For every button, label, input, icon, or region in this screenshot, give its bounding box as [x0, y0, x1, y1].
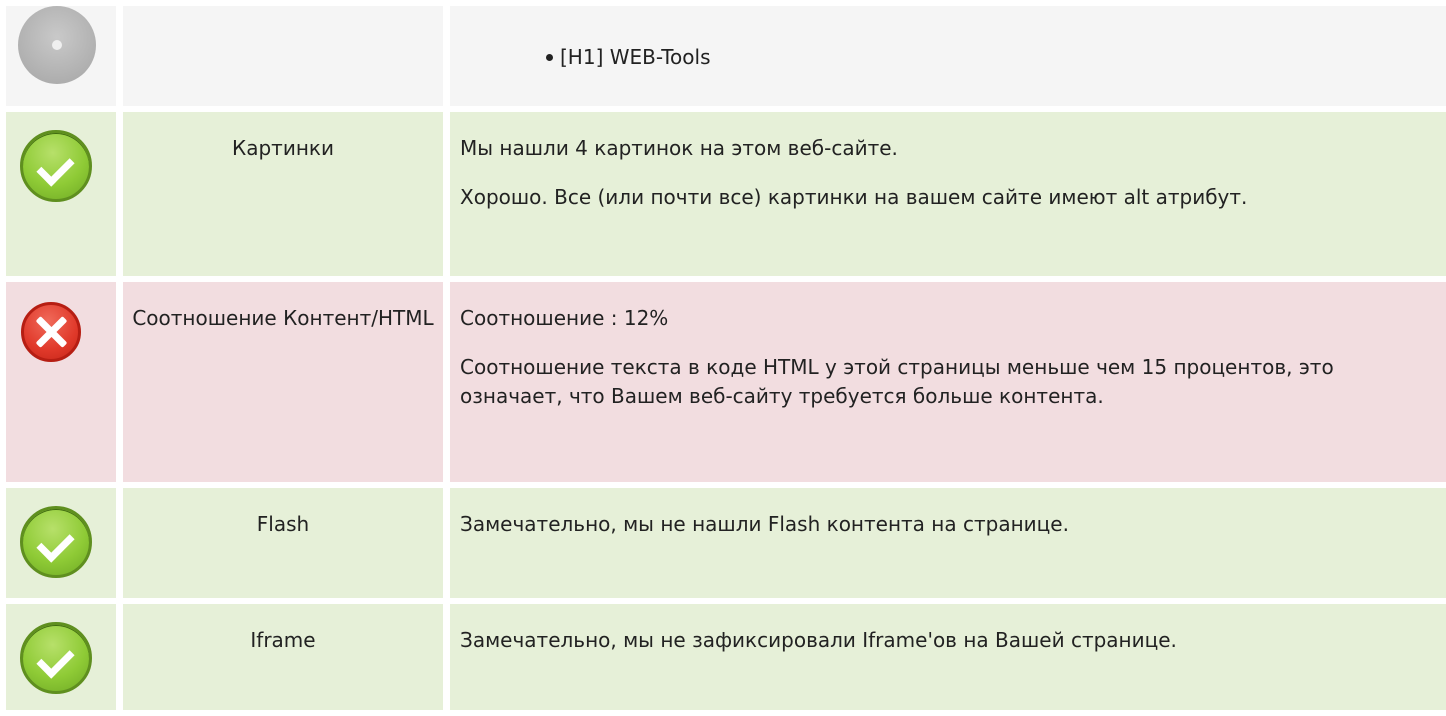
error-cross-icon	[21, 302, 81, 362]
status-cell	[6, 282, 116, 482]
result-label	[123, 6, 443, 106]
status-cell	[6, 6, 116, 106]
check-circle-icon	[20, 130, 92, 202]
result-description: Замечательно, мы не нашли Flash контента…	[450, 488, 1446, 598]
result-text: Хорошо. Все (или почти все) картинки на …	[460, 185, 1248, 209]
result-row-flash: Flash Замечательно, мы не нашли Flash ко…	[6, 488, 1446, 598]
result-row-images: Картинки Мы нашли 4 картинок на этом веб…	[6, 112, 1446, 276]
result-text: Мы нашли 4 картинок на этом веб-сайте.	[460, 136, 898, 160]
info-circle-icon	[18, 6, 96, 84]
result-description: Соотношение : 12% Соотношение текста в к…	[450, 282, 1446, 482]
result-text: Соотношение текста в коде HTML у этой ст…	[460, 355, 1334, 408]
status-cell	[6, 604, 116, 710]
result-label: Картинки	[123, 112, 443, 276]
check-circle-icon	[20, 506, 92, 578]
result-text: Замечательно, мы не зафиксировали Iframe…	[460, 628, 1177, 652]
result-label: Flash	[123, 488, 443, 598]
status-cell	[6, 112, 116, 276]
result-description: [H1] WEB-Tools	[450, 6, 1446, 106]
result-row-iframe: Iframe Замечательно, мы не зафиксировали…	[6, 604, 1446, 710]
result-label: Соотношение Контент/HTML	[123, 282, 443, 482]
result-description: Замечательно, мы не зафиксировали Iframe…	[450, 604, 1446, 710]
result-row-content-html-ratio: Соотношение Контент/HTML Соотношение : 1…	[6, 282, 1446, 482]
h1-list-item: [H1] WEB-Tools	[546, 43, 1438, 72]
h1-list: [H1] WEB-Tools	[460, 43, 1438, 72]
status-cell	[6, 488, 116, 598]
result-description: Мы нашли 4 картинок на этом веб-сайте. Х…	[450, 112, 1446, 276]
result-text: Соотношение : 12%	[460, 306, 669, 330]
result-text: Замечательно, мы не нашли Flash контента…	[460, 512, 1069, 536]
result-row-h1: [H1] WEB-Tools	[6, 6, 1446, 106]
check-circle-icon	[20, 622, 92, 694]
seo-results-table: [H1] WEB-Tools Картинки Мы нашли 4 карти…	[6, 6, 1446, 716]
result-label: Iframe	[123, 604, 443, 710]
